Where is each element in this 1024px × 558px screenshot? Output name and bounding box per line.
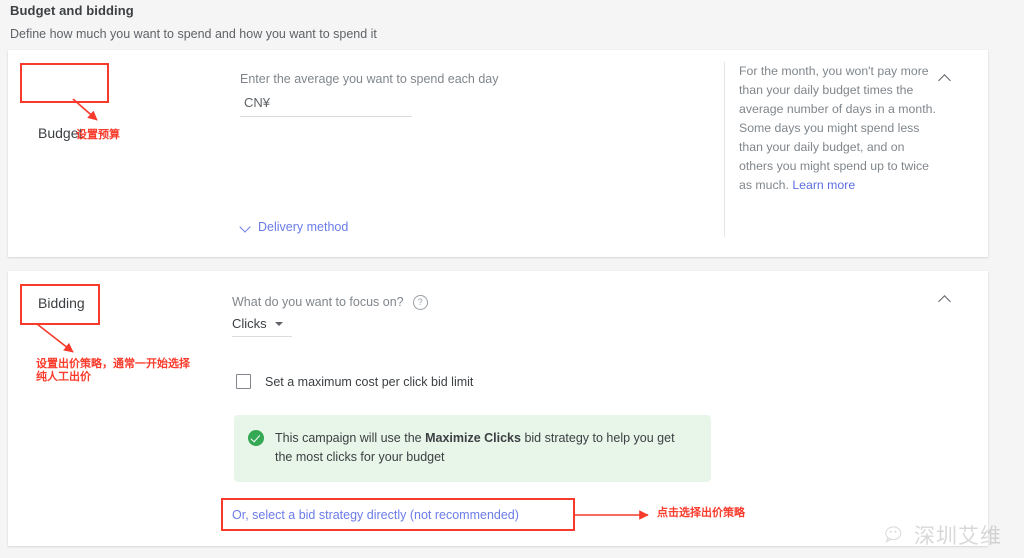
- wechat-icon: [885, 525, 902, 543]
- focus-select-value: Clicks: [232, 316, 267, 331]
- budget-info-text: For the month, you won't pay more than y…: [739, 62, 939, 195]
- annotation-text-bid-strategy: 点击选择出价策略: [657, 506, 745, 519]
- watermark: 深圳艾维: [885, 520, 1002, 550]
- check-circle-icon: [248, 430, 264, 446]
- max-cpc-checkbox-label: Set a maximum cost per click bid limit: [265, 374, 474, 389]
- help-circle-icon[interactable]: ?: [412, 294, 428, 310]
- caret-down-icon: [274, 321, 283, 326]
- bid-strategy-notice-text: This campaign will use the Maximize Clic…: [275, 429, 695, 467]
- delivery-method-toggle[interactable]: Delivery method: [240, 220, 348, 234]
- delivery-method-label: Delivery method: [258, 220, 349, 234]
- max-cpc-checkbox[interactable]: [236, 374, 251, 389]
- page-title: Budget and bidding: [10, 3, 134, 18]
- budget-info-panel: For the month, you won't pay more than y…: [724, 62, 988, 237]
- select-bid-strategy-link[interactable]: Or, select a bid strategy directly (not …: [232, 508, 519, 522]
- focus-select[interactable]: Clicks: [232, 316, 292, 337]
- max-cpc-checkbox-row[interactable]: Set a maximum cost per click bid limit: [236, 374, 473, 389]
- page-subtitle: Define how much you want to spend and ho…: [10, 27, 377, 41]
- bidding-card-collapse-icon[interactable]: [939, 293, 953, 307]
- chevron-down-icon: [240, 222, 251, 233]
- budget-card-collapse-icon[interactable]: [939, 72, 953, 86]
- bidding-section-label: Bidding: [38, 295, 85, 311]
- page-header: Budget and bidding Define how much you w…: [10, 2, 710, 42]
- annotation-text-budget: 设置预算: [76, 128, 120, 141]
- daily-budget-input[interactable]: [240, 92, 412, 117]
- notice-prefix: This campaign will use the: [275, 431, 426, 445]
- learn-more-link[interactable]: Learn more: [792, 178, 855, 192]
- watermark-text: 深圳艾维: [914, 524, 1002, 548]
- bidding-card: Bidding: [8, 271, 988, 546]
- budget-info-body: For the month, you won't pay more than y…: [739, 64, 936, 192]
- daily-budget-field-label: Enter the average you want to spend each…: [240, 72, 499, 86]
- focus-question-label: What do you want to focus on?: [232, 295, 404, 309]
- bid-strategy-notice: This campaign will use the Maximize Clic…: [234, 415, 711, 482]
- annotation-text-bidding: 设置出价策略，通常一开始选择 纯人工出价: [36, 357, 190, 383]
- focus-question-row: What do you want to focus on? ?: [232, 294, 428, 310]
- budget-card: Budget Enter the average you want to spe…: [8, 50, 988, 257]
- notice-strategy-name: Maximize Clicks: [425, 431, 521, 445]
